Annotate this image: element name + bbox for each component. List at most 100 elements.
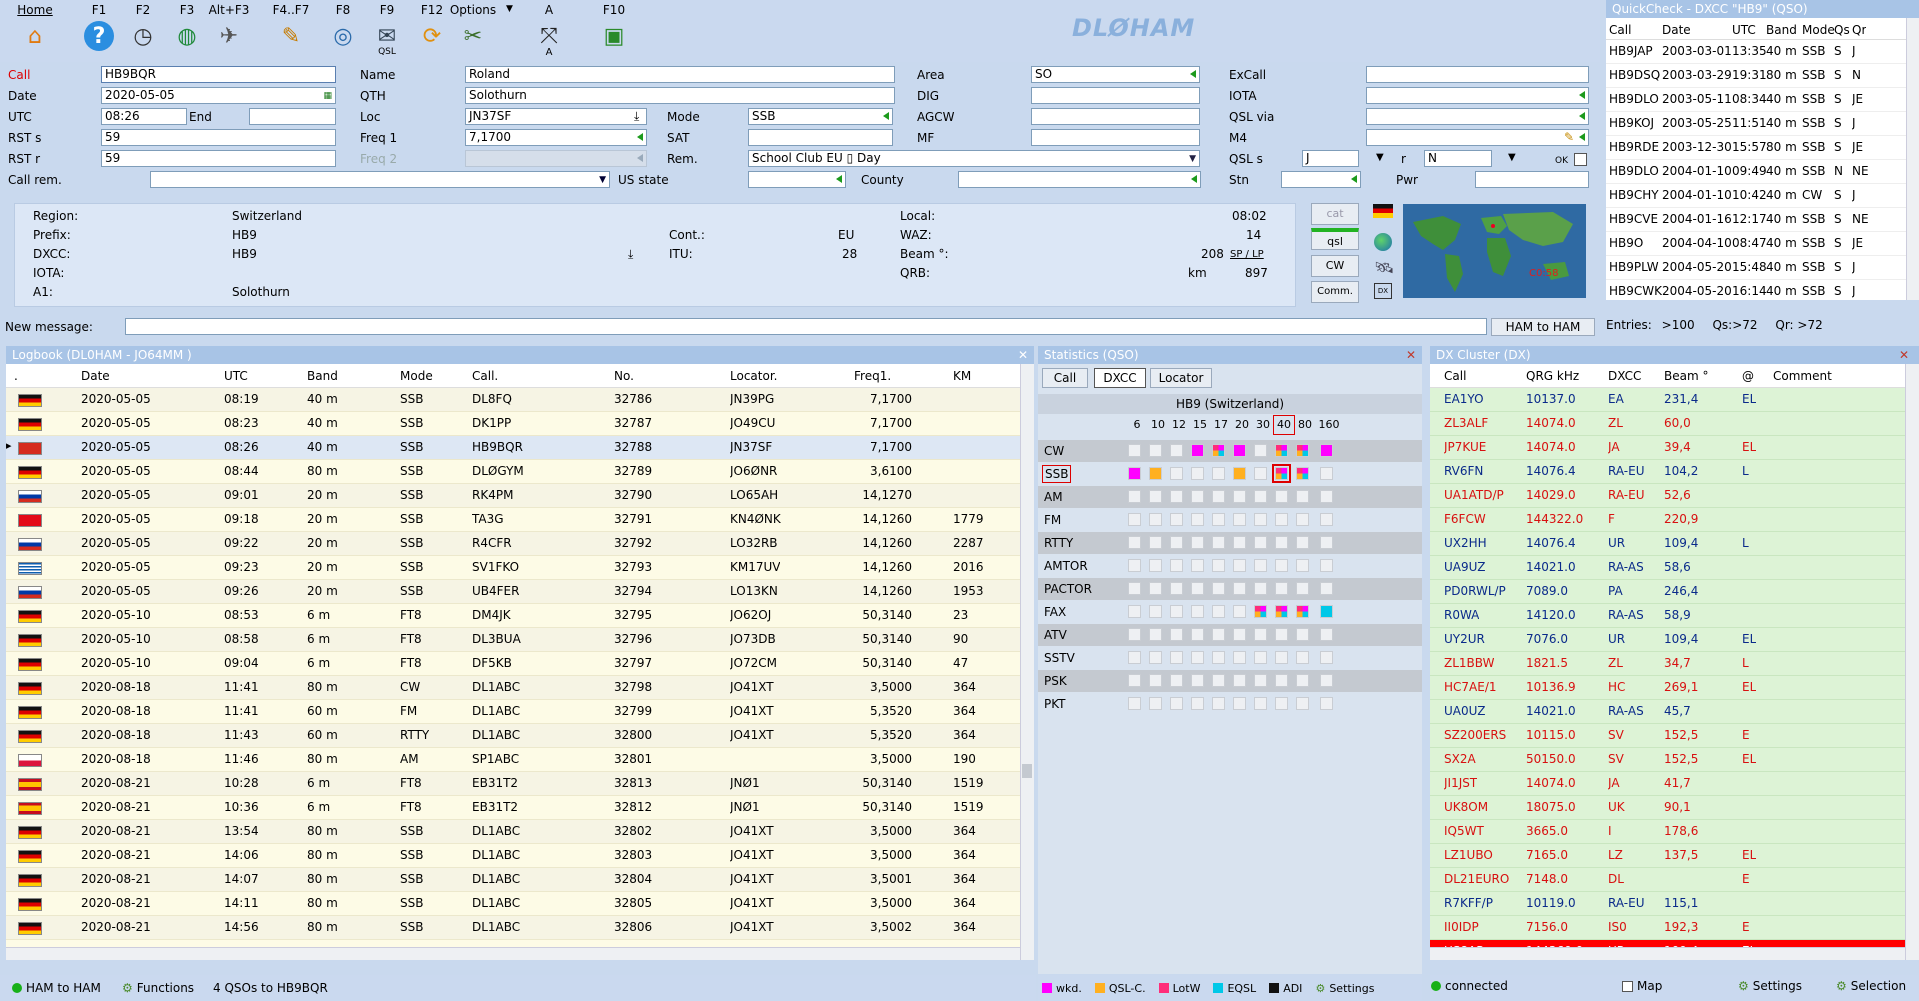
toolbar-font-size-button[interactable]: A ⤧ A <box>520 0 578 62</box>
logbook-row[interactable]: ▸ 2020-05-05 08:26 40 m SSB HB9BQR 32788 JN37SF… <box>6 436 1020 460</box>
stat-cell[interactable] <box>1275 651 1288 664</box>
stat-cell[interactable] <box>1149 444 1162 457</box>
rst-sent-input[interactable]: 59 <box>101 129 336 146</box>
stat-cell[interactable] <box>1233 674 1246 687</box>
stat-cell[interactable] <box>1254 697 1267 710</box>
quickcheck-row[interactable]: HB9RDE 2003-12-30 15:57 80 m SSB S JE <box>1606 136 1906 160</box>
column-header[interactable]: Date <box>1662 23 1691 37</box>
stat-cell[interactable] <box>1128 467 1141 480</box>
stat-cell[interactable] <box>1128 651 1141 664</box>
dx-spot-row[interactable]: UK8OM 18075.0 UK 90,1 <box>1430 796 1905 820</box>
stat-cell[interactable] <box>1320 490 1333 503</box>
remark-input[interactable]: School Club EU ▯ Day ▼ <box>748 150 1200 167</box>
mode-input[interactable]: SSB <box>748 108 893 125</box>
logbook-row[interactable]: 2020-05-05 09:22 20 m SSB R4CFR 32792 LO32RB 14… <box>6 532 1020 556</box>
stats-tab-call[interactable]: Call <box>1042 368 1088 388</box>
column-header[interactable]: . <box>14 369 18 383</box>
stat-cell[interactable] <box>1191 536 1204 549</box>
logbook-row[interactable]: 2020-05-05 08:44 80 m SSB DLØGYM 32789 JO6ØNR 3… <box>6 460 1020 484</box>
green-arrow-icon[interactable] <box>1351 175 1357 183</box>
call-remark-input[interactable]: ▼ <box>150 171 610 188</box>
toolbar-home-button[interactable]: Home ⌂ <box>6 0 64 62</box>
logbook-row[interactable]: 2020-08-18 11:46 80 m AM SP1ABC 32801 3,5000 19… <box>6 748 1020 772</box>
band-header[interactable]: 40 <box>1273 415 1295 435</box>
logbook-row[interactable]: 2020-08-21 14:11 80 m SSB DL1ABC 32805 JO41XT 3… <box>6 892 1020 916</box>
quickcheck-row[interactable]: HB9CHY 2004-01-10 10:42 40 m CW S J <box>1606 184 1906 208</box>
stat-cell[interactable] <box>1149 651 1162 664</box>
qsl-button[interactable]: qsl <box>1311 228 1359 250</box>
logbook-row[interactable]: 2020-08-21 10:28 6 m FT8 EB31T2 32813 JNØ1 50,3… <box>6 772 1020 796</box>
column-header[interactable]: Qr <box>1852 23 1866 37</box>
stat-cell[interactable] <box>1275 674 1288 687</box>
logbook-row[interactable]: 2020-08-21 14:06 80 m SSB DL1ABC 32803 JO41XT 3… <box>6 844 1020 868</box>
utc-input[interactable]: 08:26 <box>101 108 187 125</box>
stat-cell[interactable] <box>1275 559 1288 572</box>
stat-cell[interactable] <box>1320 536 1333 549</box>
dx-spot-row[interactable]: JI1JST 14074.0 JA 41,7 <box>1430 772 1905 796</box>
logbook-row[interactable]: 2020-08-18 11:43 60 m RTTY DL1ABC 32800 JO41XT… <box>6 724 1020 748</box>
dx-spot-row[interactable]: R0WA 14120.0 RA-AS 58,9 <box>1430 604 1905 628</box>
stat-cell[interactable] <box>1170 536 1183 549</box>
ham-to-ham-status[interactable]: HAM to HAM <box>12 981 101 995</box>
stat-cell[interactable] <box>1128 582 1141 595</box>
us-state-input[interactable] <box>748 171 846 188</box>
stat-cell[interactable] <box>1128 536 1141 549</box>
dxcc-dropdown-icon[interactable]: ⤓ <box>628 247 633 262</box>
column-header[interactable]: QRG kHz <box>1526 369 1579 383</box>
dx-spot-row[interactable]: UA9UZ 14021.0 RA-AS 58,6 <box>1430 556 1905 580</box>
download-icon[interactable]: ⤓ <box>634 109 639 124</box>
cat-button[interactable]: cat <box>1311 203 1359 225</box>
logbook-row[interactable]: 2020-08-18 11:41 60 m FM DL1ABC 32799 JO41XT 5,… <box>6 700 1020 724</box>
stat-cell[interactable] <box>1296 582 1309 595</box>
dx-cluster-scrollbar[interactable] <box>1905 364 1919 960</box>
stat-cell[interactable] <box>1128 674 1141 687</box>
map-toggle[interactable]: Map <box>1622 979 1662 993</box>
chevron-down-icon[interactable]: ▼ <box>599 173 606 187</box>
freq2-input[interactable] <box>465 150 647 167</box>
column-header[interactable]: Locator. <box>730 369 777 383</box>
green-arrow-icon[interactable] <box>637 133 643 141</box>
dx-spot-row[interactable]: UY2UR 7076.0 UR 109,4 EL <box>1430 628 1905 652</box>
stat-cell[interactable] <box>1128 559 1141 572</box>
dx-spot-row[interactable]: DL21EURO 7148.0 DL E <box>1430 868 1905 892</box>
date-input[interactable]: 2020-05-05 ▦ <box>101 87 336 104</box>
quickcheck-row[interactable]: HB9KOJ 2003-05-25 11:51 40 m SSB S J <box>1606 112 1906 136</box>
stat-cell[interactable] <box>1128 444 1141 457</box>
stat-cell[interactable] <box>1128 697 1141 710</box>
excall-input[interactable] <box>1366 66 1589 83</box>
logbook-row[interactable]: 2020-08-21 14:07 80 m SSB DL1ABC 32804 JO41XT 3… <box>6 868 1020 892</box>
agcw-input[interactable] <box>1031 108 1200 125</box>
column-header[interactable]: DXCC <box>1608 369 1641 383</box>
satellite-icon[interactable]: 🛰 <box>1374 258 1394 277</box>
stat-cell[interactable] <box>1170 490 1183 503</box>
logbook-row[interactable]: 2020-08-18 11:41 80 m CW DL1ABC 32798 JO41XT 3,… <box>6 676 1020 700</box>
qsl-sent-input[interactable]: J <box>1302 150 1359 167</box>
dx-spot-row[interactable]: JP7KUE 14074.0 JA 39,4 EL <box>1430 436 1905 460</box>
stat-cell[interactable] <box>1149 467 1162 480</box>
dx-spot-row[interactable]: LZ1UBO 7165.0 LZ 137,5 EL <box>1430 844 1905 868</box>
stat-cell[interactable] <box>1254 536 1267 549</box>
stat-cell[interactable] <box>1296 490 1309 503</box>
stat-cell[interactable] <box>1212 628 1225 641</box>
green-arrow-icon[interactable] <box>1191 175 1197 183</box>
stat-cell[interactable] <box>1320 697 1333 710</box>
stat-cell[interactable] <box>1191 697 1204 710</box>
stats-tab-locator[interactable]: Locator <box>1150 368 1212 388</box>
stat-cell[interactable] <box>1233 559 1246 572</box>
stat-cell[interactable] <box>1212 559 1225 572</box>
stat-cell[interactable] <box>1296 467 1309 480</box>
stat-cell[interactable] <box>1149 674 1162 687</box>
stat-cell[interactable] <box>1275 513 1288 526</box>
stat-cell[interactable] <box>1149 697 1162 710</box>
stat-cell[interactable] <box>1272 464 1291 483</box>
stat-cell[interactable] <box>1320 674 1333 687</box>
stat-cell[interactable] <box>1254 582 1267 595</box>
stat-cell[interactable] <box>1191 467 1204 480</box>
stat-cell[interactable] <box>1212 605 1225 618</box>
stat-cell[interactable] <box>1170 559 1183 572</box>
stat-cell[interactable] <box>1212 513 1225 526</box>
stat-cell[interactable] <box>1254 444 1267 457</box>
stat-cell[interactable] <box>1170 605 1183 618</box>
stat-cell[interactable] <box>1170 674 1183 687</box>
chevron-down-icon[interactable]: ▼ <box>1508 152 1516 163</box>
